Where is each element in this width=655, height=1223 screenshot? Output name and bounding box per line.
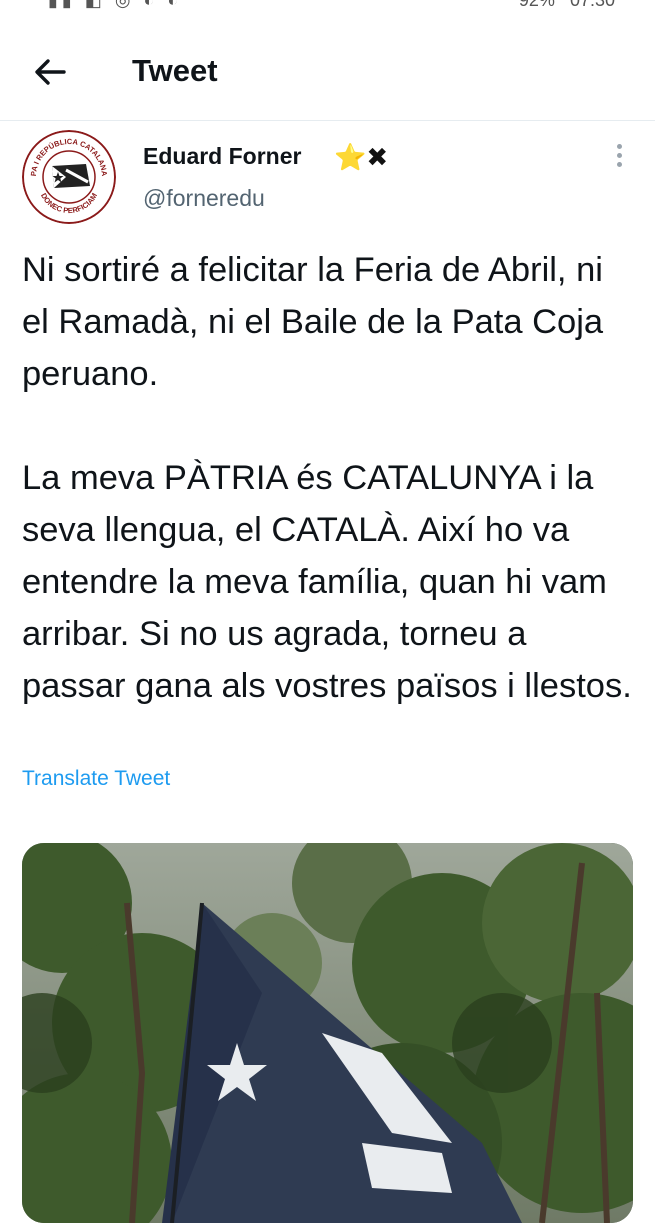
clock: 07:30: [569, 0, 615, 10]
avatar-image: PA I REPÚBLICA CATALANA DONEC PERFICIAM: [22, 130, 116, 224]
page-title: Tweet: [132, 53, 218, 88]
tweet-paragraph-1: Ni sortiré a felicitar la Feria de Abril…: [22, 251, 604, 393]
author-handle[interactable]: @forneredu: [143, 185, 265, 212]
back-button[interactable]: [28, 50, 72, 94]
battery-text: 92%: [518, 0, 555, 10]
avatar[interactable]: PA I REPÚBLICA CATALANA DONEC PERFICIAM: [22, 130, 116, 224]
name-emojis: ⭐✖: [334, 142, 388, 172]
star-icon: ⭐: [334, 142, 367, 172]
tweet-paragraph-2: La meva PÀTRIA és CATALUNYA i la seva ll…: [22, 459, 632, 705]
tweet-media-photo[interactable]: [22, 843, 633, 1223]
cross-icon: ✖: [366, 142, 389, 172]
flag-photo: [22, 843, 633, 1223]
arrow-left-icon: [35, 59, 66, 85]
author-name[interactable]: Eduard Forner: [143, 143, 301, 170]
status-right: 92% 07:30: [509, 0, 615, 11]
more-options-icon[interactable]: [605, 140, 633, 176]
status-icons: ▮▮ ◧ ◎ ◐ ◐: [48, 0, 183, 10]
translate-tweet-link[interactable]: Translate Tweet: [22, 767, 170, 791]
tweet-text: Ni sortiré a felicitar la Feria de Abril…: [22, 244, 637, 712]
top-app-bar: Tweet: [0, 22, 655, 121]
status-bar: ▮▮ ◧ ◎ ◐ ◐ 92% 07:30: [0, 0, 655, 14]
